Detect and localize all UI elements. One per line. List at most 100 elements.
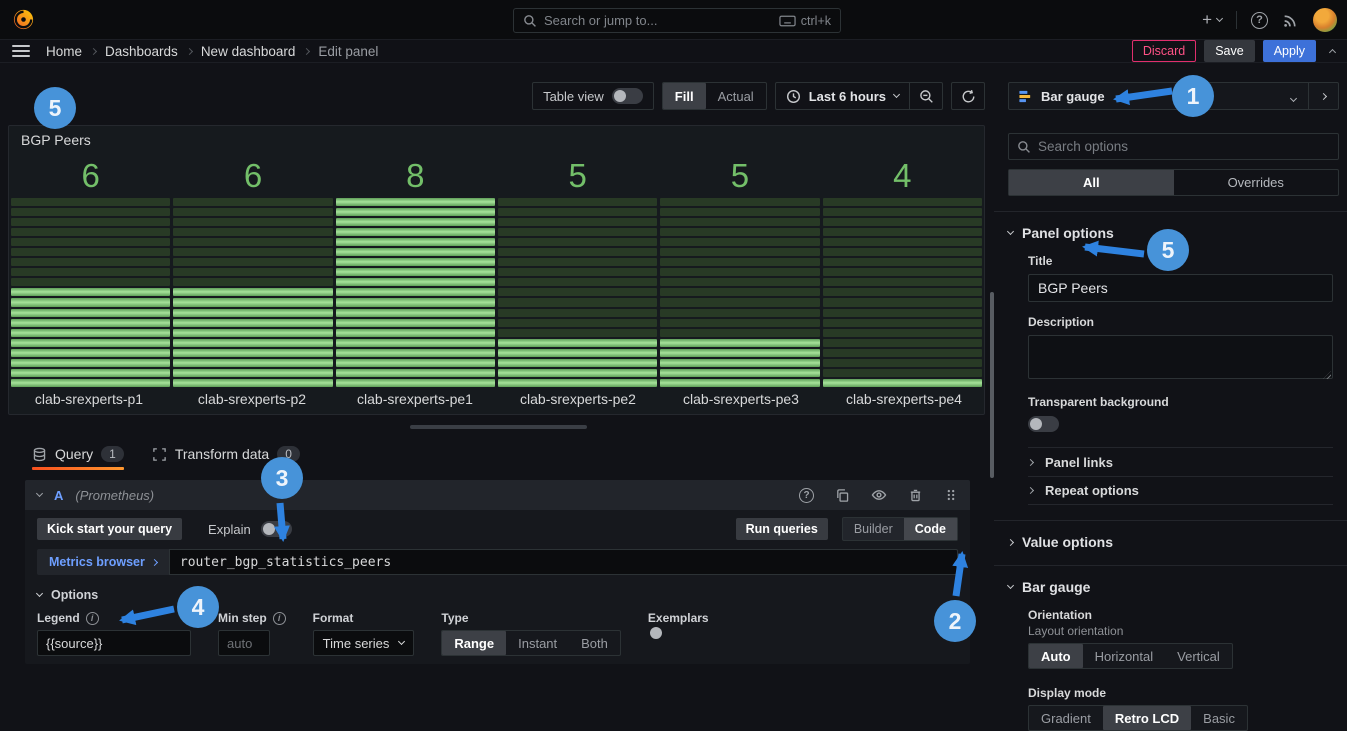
lcd-cell bbox=[823, 349, 982, 357]
min-step-input[interactable] bbox=[218, 630, 270, 656]
lcd-cell bbox=[498, 349, 657, 357]
lcd-cell bbox=[336, 208, 495, 216]
kick-start-query-button[interactable]: Kick start your query bbox=[37, 518, 182, 540]
orientation-label: Orientation bbox=[1028, 608, 1339, 622]
apply-button[interactable]: Apply bbox=[1263, 40, 1316, 62]
panel-title[interactable]: BGP Peers bbox=[9, 126, 984, 152]
lcd-cell bbox=[498, 339, 657, 347]
lcd-cell bbox=[823, 218, 982, 226]
lcd-cell bbox=[660, 208, 819, 216]
display-retro-lcd-option[interactable]: Retro LCD bbox=[1103, 706, 1191, 730]
lcd-cell bbox=[336, 359, 495, 367]
filter-overrides-tab[interactable]: Overrides bbox=[1174, 170, 1339, 195]
refresh-icon[interactable] bbox=[952, 83, 984, 109]
lcd-cell bbox=[498, 198, 657, 206]
breadcrumb-dashboards[interactable]: Dashboards bbox=[105, 44, 178, 59]
new-menu-button[interactable]: + bbox=[1202, 10, 1222, 30]
news-icon[interactable] bbox=[1282, 12, 1299, 29]
open-viz-picker-button[interactable] bbox=[1308, 83, 1338, 109]
global-search[interactable]: ctrl+k bbox=[513, 8, 841, 33]
bar-category-label: clab-srexperts-p1 bbox=[9, 391, 169, 407]
filter-all-tab[interactable]: All bbox=[1009, 170, 1174, 195]
format-select[interactable]: Time series bbox=[313, 630, 415, 656]
lcd-cell bbox=[823, 379, 982, 387]
search-icon bbox=[523, 14, 537, 28]
lcd-cell bbox=[336, 258, 495, 266]
search-options-input[interactable] bbox=[1038, 139, 1330, 154]
time-range-button[interactable]: Last 6 hours bbox=[776, 83, 909, 109]
builder-option[interactable]: Builder bbox=[843, 518, 904, 540]
menu-icon[interactable] bbox=[12, 45, 30, 57]
zoom-out-button[interactable] bbox=[910, 83, 942, 109]
format-field: Format Time series bbox=[313, 611, 415, 656]
delete-query-icon[interactable] bbox=[908, 488, 923, 503]
metrics-browser-button[interactable]: Metrics browser bbox=[37, 549, 169, 575]
repeat-options-row[interactable]: Repeat options bbox=[1028, 476, 1333, 505]
fill-actual-group: Fill Actual bbox=[662, 82, 767, 110]
min-step-label: Min step bbox=[218, 611, 267, 625]
panel-links-row[interactable]: Panel links bbox=[1028, 447, 1333, 476]
tab-transform-data[interactable]: Transform data 0 bbox=[152, 440, 300, 468]
panel-options-section-header[interactable]: Panel options bbox=[1008, 212, 1339, 241]
value-options-section-header[interactable]: Value options bbox=[1008, 521, 1339, 550]
duplicate-query-icon[interactable] bbox=[835, 488, 850, 503]
type-both-option[interactable]: Both bbox=[569, 631, 620, 655]
options-collapse-header[interactable]: Options bbox=[37, 588, 958, 602]
hide-query-icon[interactable] bbox=[871, 487, 887, 503]
breadcrumb: Home Dashboards New dashboard Edit panel bbox=[46, 44, 378, 59]
visualization-picker[interactable]: Bar gauge bbox=[1008, 82, 1339, 110]
type-instant-option[interactable]: Instant bbox=[506, 631, 569, 655]
breadcrumb-new-dashboard[interactable]: New dashboard bbox=[201, 44, 296, 59]
bar-gauge-section-header[interactable]: Bar gauge bbox=[1008, 566, 1339, 595]
explain-toggle[interactable] bbox=[261, 521, 292, 537]
chevron-right-icon bbox=[151, 558, 158, 565]
discard-button[interactable]: Discard bbox=[1132, 40, 1196, 62]
lcd-cell bbox=[823, 278, 982, 286]
lcd-cell bbox=[336, 218, 495, 226]
legend-input[interactable] bbox=[37, 630, 191, 656]
search-options-box[interactable] bbox=[1008, 133, 1339, 160]
bar-values-row: 668554 bbox=[9, 152, 984, 198]
bar-columns-row bbox=[9, 198, 984, 387]
tab-query[interactable]: Query 1 bbox=[32, 440, 124, 468]
breadcrumb-home[interactable]: Home bbox=[46, 44, 82, 59]
drag-handle-icon[interactable] bbox=[944, 488, 958, 502]
orientation-auto-option[interactable]: Auto bbox=[1029, 644, 1083, 668]
description-textarea[interactable] bbox=[1028, 335, 1333, 379]
type-range-option[interactable]: Range bbox=[442, 631, 506, 655]
orientation-vertical-option[interactable]: Vertical bbox=[1165, 644, 1232, 668]
exemplars-label: Exemplars bbox=[648, 611, 709, 625]
fill-option[interactable]: Fill bbox=[663, 83, 706, 109]
lcd-cell bbox=[336, 248, 495, 256]
display-basic-option[interactable]: Basic bbox=[1191, 706, 1247, 730]
transparent-background-toggle[interactable] bbox=[1028, 416, 1059, 432]
lcd-cell bbox=[11, 379, 170, 387]
query-row-header[interactable]: A (Prometheus) ? bbox=[25, 480, 970, 510]
save-button[interactable]: Save bbox=[1204, 40, 1255, 62]
plus-icon: + bbox=[1202, 10, 1212, 30]
help-icon[interactable]: ? bbox=[1251, 12, 1268, 29]
lcd-cell bbox=[660, 349, 819, 357]
avatar[interactable] bbox=[1313, 8, 1337, 32]
query-help-icon[interactable]: ? bbox=[799, 488, 814, 503]
grafana-logo-icon[interactable] bbox=[12, 8, 35, 31]
run-queries-button[interactable]: Run queries bbox=[736, 518, 828, 540]
search-input[interactable] bbox=[544, 13, 772, 28]
table-view-toggle[interactable] bbox=[612, 88, 643, 104]
lcd-cell bbox=[823, 258, 982, 266]
actual-option[interactable]: Actual bbox=[706, 83, 766, 109]
collapse-options-pane-icon[interactable] bbox=[1329, 49, 1336, 56]
lcd-cell bbox=[173, 218, 332, 226]
lcd-cell bbox=[173, 309, 332, 317]
panel-title-input[interactable] bbox=[1028, 274, 1333, 302]
collapse-query-icon[interactable] bbox=[36, 490, 43, 497]
info-icon: i bbox=[86, 612, 99, 625]
lcd-cell bbox=[11, 198, 170, 206]
promql-expression-input[interactable] bbox=[169, 549, 958, 575]
pane-resize-handle[interactable] bbox=[410, 425, 587, 429]
code-option[interactable]: Code bbox=[904, 518, 957, 540]
lcd-cell bbox=[336, 379, 495, 387]
orientation-horizontal-option[interactable]: Horizontal bbox=[1083, 644, 1166, 668]
query-datasource: (Prometheus) bbox=[75, 488, 154, 503]
display-gradient-option[interactable]: Gradient bbox=[1029, 706, 1103, 730]
